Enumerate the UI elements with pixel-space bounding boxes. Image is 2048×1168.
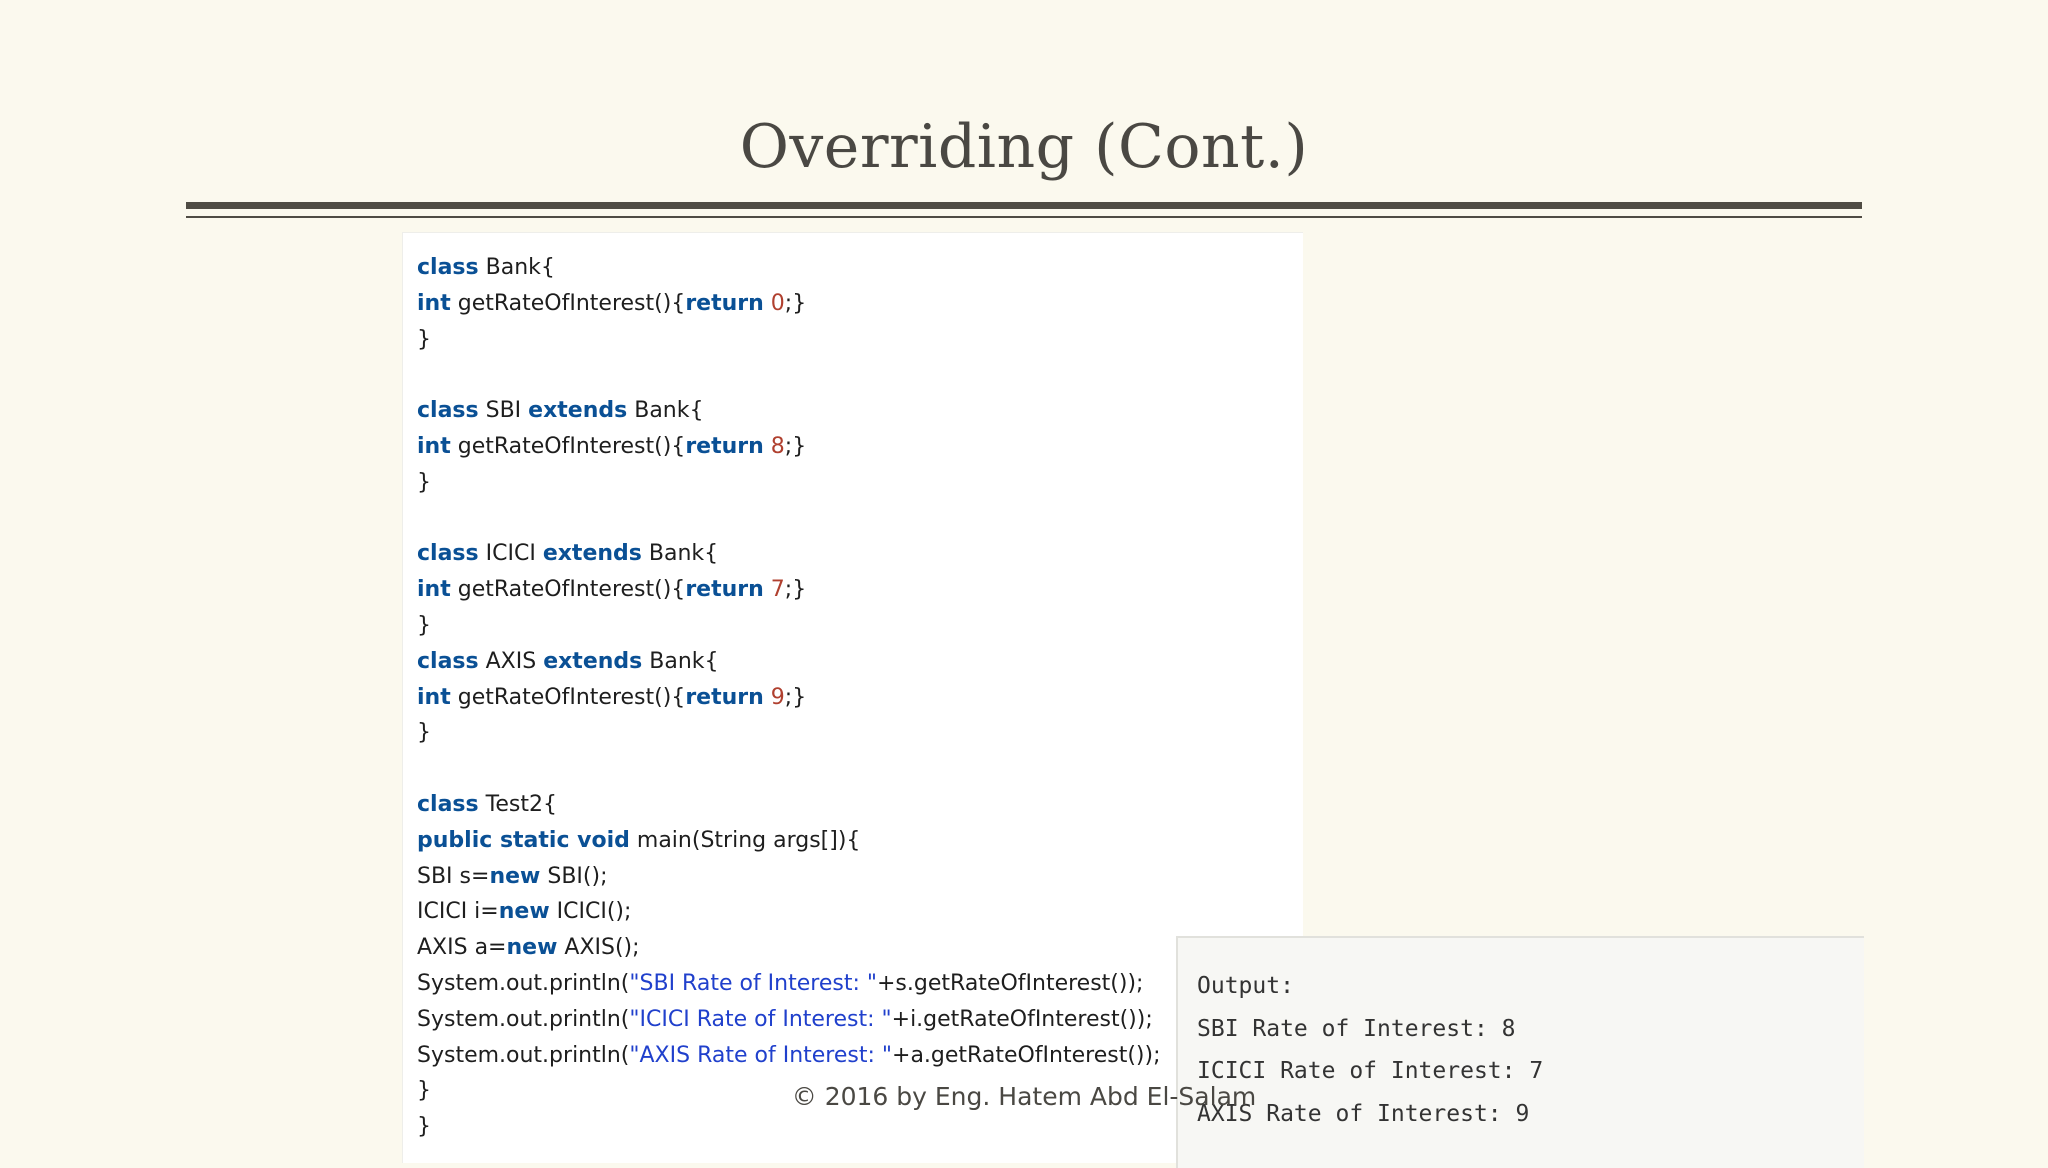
code-text: ICICI i= — [417, 899, 499, 925]
number-literal: 7 — [763, 577, 785, 603]
code-line: } — [417, 465, 1297, 501]
code-line: class Test2{ — [417, 787, 1297, 823]
keyword: int — [417, 684, 451, 710]
code-line: } — [417, 1109, 1297, 1145]
keyword: class — [417, 541, 479, 567]
code-text: +a.getRateOfInterest()); — [892, 1042, 1161, 1068]
title-rule-thin — [186, 216, 1862, 218]
keyword: new — [506, 935, 558, 961]
code-line: int getRateOfInterest(){return 7;} — [417, 572, 1297, 608]
keyword: class — [417, 791, 479, 817]
number-literal: 0 — [763, 290, 785, 316]
code-line: } — [417, 608, 1297, 644]
slide-footer: © 2016 by Eng. Hatem Abd El-Salam — [791, 1082, 1257, 1111]
code-text: getRateOfInterest(){ — [450, 684, 686, 710]
code-line: SBI s=new SBI(); — [417, 859, 1297, 895]
code-line: } — [417, 715, 1297, 751]
number-literal: 9 — [763, 684, 785, 710]
code-line: System.out.println("ICICI Rate of Intere… — [417, 1002, 1297, 1038]
code-text: } — [417, 469, 431, 495]
code-line: class SBI extends Bank{ — [417, 393, 1297, 429]
keyword: public static void — [417, 827, 630, 853]
code-text: getRateOfInterest(){ — [450, 577, 686, 603]
code-text: System.out.println( — [417, 1006, 630, 1032]
keyword: class — [417, 648, 479, 674]
keyword: extends — [542, 541, 642, 567]
code-text: ;} — [784, 684, 807, 710]
title-rule-thick — [186, 202, 1862, 209]
keyword: class — [417, 398, 479, 424]
code-text: System.out.println( — [417, 1042, 630, 1068]
code-text: ;} — [784, 577, 807, 603]
code-text: Bank{ — [641, 541, 719, 567]
code-text: getRateOfInterest(){ — [450, 290, 686, 316]
code-text: SBI — [478, 398, 529, 424]
code-text: System.out.println( — [417, 970, 630, 996]
code-line: AXIS a=new AXIS(); — [417, 930, 1297, 966]
keyword: int — [417, 577, 451, 603]
output-heading: Output: — [1197, 973, 1294, 999]
code-text: SBI(); — [540, 863, 608, 889]
code-line: class Bank{ — [417, 250, 1297, 286]
code-text: getRateOfInterest(){ — [450, 433, 686, 459]
code-line: int getRateOfInterest(){return 0;} — [417, 286, 1297, 322]
code-text: Test2{ — [478, 791, 557, 817]
code-line: ICICI i=new ICICI(); — [417, 894, 1297, 930]
keyword: return — [685, 684, 764, 710]
slide-title: Overriding (Cont.) — [739, 112, 1309, 182]
keyword: new — [489, 863, 541, 889]
code-line: } — [417, 322, 1297, 358]
keyword: return — [685, 577, 764, 603]
keyword: int — [417, 433, 451, 459]
code-line: System.out.println("SBI Rate of Interest… — [417, 966, 1297, 1002]
code-block: class Bank{ int getRateOfInterest(){retu… — [417, 250, 1297, 1145]
code-text: } — [417, 612, 431, 638]
keyword: return — [685, 433, 764, 459]
keyword: new — [498, 899, 550, 925]
string-literal: "AXIS Rate of Interest: " — [629, 1042, 893, 1068]
string-literal: "SBI Rate of Interest: " — [629, 970, 877, 996]
keyword: extends — [543, 648, 643, 674]
code-line: class ICICI extends Bank{ — [417, 536, 1297, 572]
code-text: AXIS a= — [417, 935, 507, 961]
code-text: } — [417, 1114, 431, 1140]
number-literal: 8 — [763, 433, 785, 459]
keyword: int — [417, 290, 451, 316]
code-text: +i.getRateOfInterest()); — [891, 1006, 1153, 1032]
code-text: SBI s= — [417, 863, 490, 889]
code-text: ;} — [784, 433, 807, 459]
code-text: } — [417, 326, 431, 352]
code-text: Bank{ — [478, 255, 555, 280]
string-literal: "ICICI Rate of Interest: " — [629, 1006, 892, 1032]
code-text: } — [417, 720, 431, 746]
code-text: ;} — [784, 290, 807, 316]
code-text: AXIS — [478, 648, 544, 674]
code-text: +s.getRateOfInterest()); — [877, 970, 1144, 996]
code-text: ICICI(); — [549, 899, 632, 925]
code-text: AXIS(); — [557, 935, 640, 961]
code-line: class AXIS extends Bank{ — [417, 644, 1297, 680]
code-line: int getRateOfInterest(){return 8;} — [417, 429, 1297, 465]
code-text: Bank{ — [627, 398, 704, 424]
output-line: SBI Rate of Interest: 8 — [1197, 1015, 1516, 1042]
code-line: int getRateOfInterest(){return 9;} — [417, 680, 1297, 716]
code-text: Bank{ — [642, 648, 719, 674]
keyword: return — [685, 290, 764, 316]
keyword: class — [417, 255, 479, 280]
code-line: System.out.println("AXIS Rate of Interes… — [417, 1038, 1297, 1074]
keyword: extends — [528, 398, 628, 424]
code-line: public static void main(String args[]){ — [417, 823, 1297, 859]
code-text: main(String args[]){ — [629, 827, 861, 853]
code-text: ICICI — [478, 541, 543, 567]
